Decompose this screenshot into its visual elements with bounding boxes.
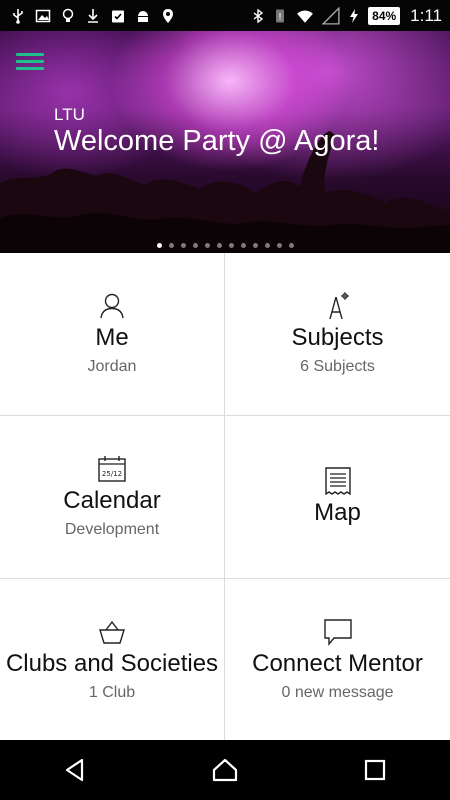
- lightbulb-icon: [62, 8, 74, 22]
- tile-connect-mentor[interactable]: Connect Mentor 0 new message: [225, 579, 450, 740]
- home-icon: [212, 758, 238, 782]
- android-icon: [138, 10, 148, 22]
- tile-subtitle: Jordan: [87, 358, 137, 375]
- calendar-icon: 25/12: [98, 456, 126, 482]
- carousel-dot[interactable]: [228, 243, 234, 248]
- carousel-dot[interactable]: [216, 243, 222, 248]
- carousel-dot[interactable]: [240, 243, 246, 248]
- tile-clubs-and-societies[interactable]: Clubs and Societies 1 Club: [0, 579, 225, 740]
- home-button[interactable]: [195, 740, 255, 800]
- map-icon: [324, 467, 351, 496]
- compass-icon: [328, 292, 349, 320]
- dashboard-grid: Me Jordan Subjects 6 Subjects 25/12 Cale…: [0, 253, 450, 740]
- tile-title: Subjects: [291, 324, 384, 351]
- tile-title: Calendar: [63, 487, 161, 514]
- wifi-icon: [297, 10, 314, 23]
- status-bar: ! 84% 1:11: [0, 0, 450, 31]
- charging-bolt-icon: [350, 8, 359, 23]
- carousel-dot[interactable]: [204, 243, 210, 248]
- system-icons: ! 84% 1:11: [250, 6, 450, 26]
- bluetooth-icon: [253, 8, 264, 23]
- svg-text:!: !: [278, 12, 282, 23]
- hamburger-menu-button[interactable]: [16, 53, 44, 73]
- menu-line: [16, 67, 44, 70]
- back-button[interactable]: [45, 740, 105, 800]
- tile-title: Map: [314, 499, 361, 526]
- tile-subtitle: 0 new message: [281, 683, 394, 701]
- tile-subtitle: 1 Club: [88, 683, 136, 701]
- status-time: 1:11: [410, 5, 442, 25]
- location-pin-icon: [163, 8, 173, 23]
- tile-title: Clubs and Societies: [5, 649, 219, 677]
- basket-icon: [99, 620, 125, 644]
- cell-signal-icon: [322, 6, 340, 25]
- user-icon: [100, 293, 124, 319]
- tile-subtitle: 6 Subjects: [300, 358, 375, 375]
- clipboard-check-icon: [112, 10, 124, 22]
- menu-line: [16, 53, 44, 56]
- battery-indicator: 84%: [368, 6, 401, 25]
- vibrate-icon: !: [276, 9, 285, 23]
- recent-apps-button[interactable]: [345, 740, 405, 800]
- hero-title: Welcome Party @ Agora!: [54, 125, 380, 157]
- tile-subjects[interactable]: Subjects 6 Subjects: [225, 253, 450, 416]
- calendar-date-text: 25/12: [102, 470, 122, 478]
- carousel-dot[interactable]: [288, 243, 294, 248]
- download-icon: [88, 8, 98, 23]
- menu-line: [16, 60, 44, 63]
- chat-bubble-icon: [323, 618, 352, 646]
- carousel-dot[interactable]: [168, 243, 174, 248]
- tile-map[interactable]: Map: [225, 416, 450, 579]
- carousel-dot[interactable]: [276, 243, 282, 248]
- tile-title: Connect Mentor: [252, 649, 423, 677]
- recent-apps-square-icon: [364, 759, 386, 781]
- usb-icon: [13, 8, 23, 24]
- tile-calendar[interactable]: 25/12 Calendar Development: [0, 416, 225, 579]
- carousel-dot[interactable]: [252, 243, 258, 248]
- notification-icons: [0, 8, 176, 24]
- carousel-dot[interactable]: [264, 243, 270, 248]
- tile-me[interactable]: Me Jordan: [0, 253, 225, 416]
- tile-title: Me: [95, 324, 129, 351]
- system-nav-bar: [0, 740, 450, 800]
- carousel-dot[interactable]: [156, 243, 162, 248]
- hero-kicker: LTU: [54, 105, 85, 124]
- back-triangle-icon: [65, 758, 84, 782]
- carousel-indicator: [0, 243, 450, 248]
- hero-banner[interactable]: LTU Welcome Party @ Agora!: [0, 31, 450, 253]
- image-icon: [35, 9, 51, 22]
- carousel-dot[interactable]: [180, 243, 186, 248]
- carousel-dot[interactable]: [192, 243, 198, 248]
- tile-subtitle: Development: [64, 521, 160, 538]
